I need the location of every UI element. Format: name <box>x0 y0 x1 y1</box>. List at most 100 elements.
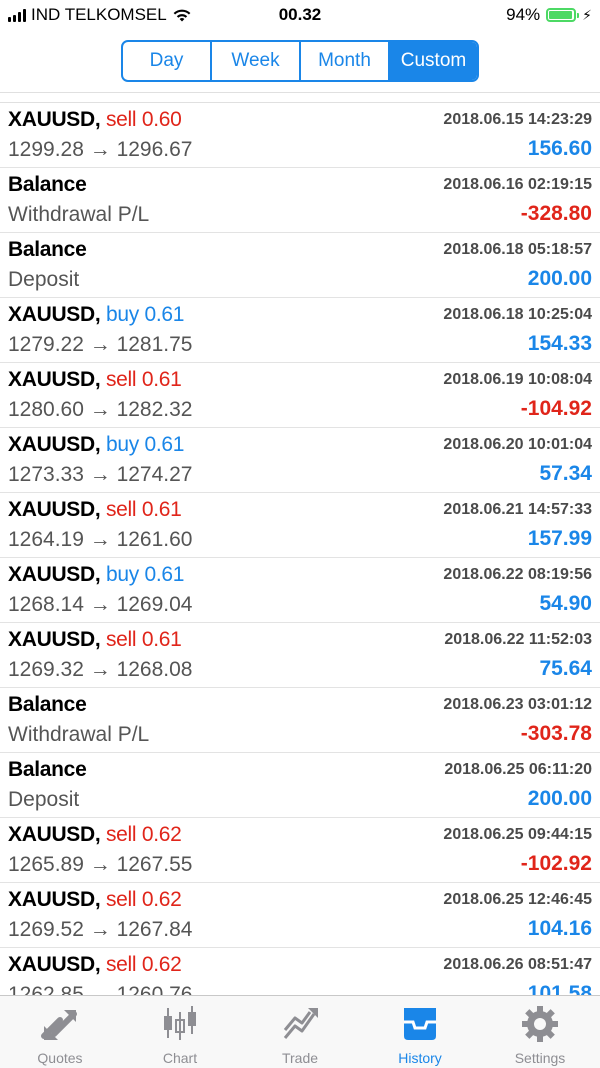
row-symbol: XAUUSD, <box>8 108 101 131</box>
row-amount: 75.64 <box>539 657 592 680</box>
row-datetime: 2018.06.23 03:01:12 <box>443 696 592 713</box>
row-detail: 1265.89 → 1267.55 <box>8 853 193 876</box>
chart-icon <box>164 1006 196 1040</box>
history-row[interactable]: XAUUSD, sell 0.62 2018.06.26 08:51:47 1262… <box>0 948 600 995</box>
history-row[interactable]: XAUUSD, sell 0.61 2018.06.19 10:08:04 1280… <box>0 363 600 428</box>
row-title: XAUUSD, sell 0.60 <box>8 108 182 132</box>
history-list[interactable]: XAUUSD, sell 0.60 2018.06.15 14:23:29 1299… <box>0 103 600 995</box>
row-datetime: 2018.06.21 14:57:33 <box>443 501 592 518</box>
tab-chart[interactable]: Chart <box>120 996 240 1068</box>
history-row[interactable]: XAUUSD, buy 0.61 2018.06.20 10:01:04 1273.… <box>0 428 600 493</box>
row-detail: Withdrawal P/L <box>8 723 150 746</box>
segment-month[interactable]: Month <box>301 42 390 80</box>
row-datetime: 2018.06.22 08:19:56 <box>443 566 592 583</box>
row-symbol: Balance <box>8 238 87 261</box>
row-side: sell 0.60 <box>105 108 182 131</box>
row-detail: 1264.19 → 1261.60 <box>8 528 193 551</box>
tab-history[interactable]: History <box>360 996 480 1068</box>
row-detail: Deposit <box>8 268 80 291</box>
row-title: Balance <box>8 238 87 262</box>
history-row[interactable]: XAUUSD, sell 0.61 2018.06.22 11:52:03 1269… <box>0 623 600 688</box>
row-detail: 1280.60 → 1282.32 <box>8 398 193 421</box>
segment-week[interactable]: Week <box>212 42 301 80</box>
row-detail: 1269.52 → 1267.84 <box>8 918 193 941</box>
row-side: sell 0.61 <box>105 498 182 521</box>
row-detail: Withdrawal P/L <box>8 203 150 226</box>
row-symbol: XAUUSD, <box>8 953 101 976</box>
row-symbol: Balance <box>8 693 87 716</box>
history-row[interactable]: XAUUSD, sell 0.62 2018.06.25 12:46:45 1269… <box>0 883 600 948</box>
row-title: XAUUSD, sell 0.61 <box>8 628 182 652</box>
row-datetime: 2018.06.18 10:25:04 <box>443 306 592 323</box>
tab-trade[interactable]: Trade <box>240 996 360 1068</box>
segment-day[interactable]: Day <box>123 42 212 80</box>
period-segmented-control: Day Week Month Custom <box>121 40 479 82</box>
history-row[interactable]: XAUUSD, buy 0.61 2018.06.18 10:25:04 1279.… <box>0 298 600 363</box>
row-symbol: XAUUSD, <box>8 498 101 521</box>
row-datetime: 2018.06.19 10:08:04 <box>443 371 592 388</box>
tab-settings-label: Settings <box>514 1050 566 1066</box>
tab-bar: Quotes Chart Trade History Settings <box>0 995 600 1068</box>
history-row[interactable]: XAUUSD, buy 0.61 2018.06.22 08:19:56 1268.… <box>0 558 600 623</box>
row-amount: -104.92 <box>520 397 592 420</box>
row-detail: 1279.22 → 1281.75 <box>8 333 193 356</box>
row-title: XAUUSD, sell 0.61 <box>8 498 182 522</box>
charging-icon: ⚡ <box>582 6 592 23</box>
settings-icon <box>522 1006 558 1042</box>
history-row[interactable]: Balance 2018.06.23 03:01:12 Withdrawal P/L… <box>0 688 600 753</box>
row-symbol: XAUUSD, <box>8 368 101 391</box>
row-amount: 104.16 <box>527 917 592 940</box>
row-symbol: Balance <box>8 173 87 196</box>
row-title: XAUUSD, buy 0.61 <box>8 303 184 327</box>
row-detail: 1269.32 → 1268.08 <box>8 658 193 681</box>
history-row[interactable]: Balance 2018.06.25 06:11:20 Deposit 200.00 <box>0 753 600 818</box>
row-symbol: XAUUSD, <box>8 303 101 326</box>
row-side: buy 0.61 <box>105 563 185 586</box>
row-side: sell 0.62 <box>105 888 182 911</box>
row-title: XAUUSD, sell 0.62 <box>8 888 182 912</box>
row-amount: 57.34 <box>539 462 592 485</box>
tab-quotes-label: Quotes <box>37 1050 83 1066</box>
row-datetime: 2018.06.25 09:44:15 <box>443 826 592 843</box>
row-amount: 156.60 <box>527 137 592 160</box>
row-symbol: XAUUSD, <box>8 823 101 846</box>
history-row[interactable]: Balance 2018.06.18 05:18:57 Deposit 200.00 <box>0 233 600 298</box>
row-amount: 200.00 <box>527 267 592 290</box>
row-amount: 101.58 <box>527 982 592 995</box>
row-side: buy 0.61 <box>105 303 185 326</box>
tab-quotes[interactable]: Quotes <box>0 996 120 1068</box>
row-detail: Deposit <box>8 788 80 811</box>
row-amount: -303.78 <box>520 722 592 745</box>
row-datetime: 2018.06.15 14:23:29 <box>443 111 592 128</box>
history-row[interactable]: XAUUSD, sell 0.61 2018.06.21 14:57:33 1264… <box>0 493 600 558</box>
row-detail: 1262.85 → 1260.76 <box>8 983 193 995</box>
history-row[interactable]: XAUUSD, sell 0.62 2018.06.25 09:44:15 1265… <box>0 818 600 883</box>
row-amount: -328.80 <box>520 202 592 225</box>
row-detail: 1268.14 → 1269.04 <box>8 593 193 616</box>
row-title: Balance <box>8 173 87 197</box>
history-row[interactable]: XAUUSD, sell 0.60 2018.06.15 14:23:29 1299… <box>0 103 600 168</box>
tab-chart-label: Chart <box>162 1050 198 1066</box>
row-datetime: 2018.06.20 10:01:04 <box>443 436 592 453</box>
row-amount: 157.99 <box>527 527 592 550</box>
row-symbol: XAUUSD, <box>8 563 101 586</box>
row-datetime: 2018.06.25 06:11:20 <box>444 761 592 778</box>
tab-settings[interactable]: Settings <box>480 996 600 1068</box>
battery-percent: 94% <box>506 5 541 24</box>
row-datetime: 2018.06.18 05:18:57 <box>443 241 592 258</box>
quotes-icon <box>41 1010 77 1040</box>
segment-custom[interactable]: Custom <box>390 42 477 80</box>
history-row[interactable]: Balance 2018.06.16 02:19:15 Withdrawal P/L… <box>0 168 600 233</box>
row-detail: 1299.28 → 1296.67 <box>8 138 193 161</box>
row-title: Balance <box>8 693 87 717</box>
row-title: XAUUSD, buy 0.61 <box>8 563 184 587</box>
row-symbol: XAUUSD, <box>8 433 101 456</box>
tab-trade-label: Trade <box>281 1050 319 1066</box>
row-symbol: XAUUSD, <box>8 888 101 911</box>
status-bar: IND TELKOMSEL 00.32 94% ⚡ <box>0 0 600 30</box>
row-datetime: 2018.06.22 11:52:03 <box>444 631 592 648</box>
row-side: sell 0.61 <box>105 368 182 391</box>
trade-icon <box>283 1008 318 1039</box>
row-title: XAUUSD, sell 0.62 <box>8 953 182 977</box>
row-side: sell 0.62 <box>105 953 182 976</box>
